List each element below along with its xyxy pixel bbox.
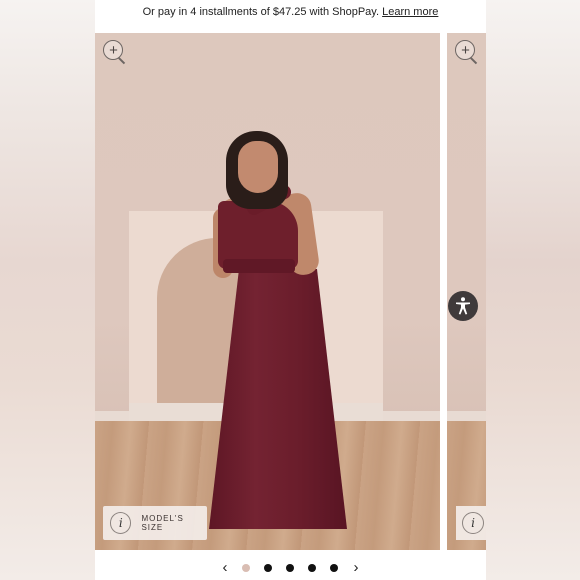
carousel-dot[interactable] (330, 564, 338, 572)
model-face (238, 141, 278, 193)
zoom-in-icon[interactable]: + (103, 40, 129, 66)
carousel-dot[interactable] (264, 564, 272, 572)
installments-banner: Or pay in 4 installments of $47.25 with … (95, 3, 486, 21)
info-icon: i (110, 512, 132, 534)
models-size-button-next[interactable]: i (456, 506, 486, 540)
zoom-plus: + (109, 42, 118, 59)
carousel-dot[interactable] (242, 564, 250, 572)
installments-text: Or pay in 4 installments of $47.25 with … (142, 6, 380, 18)
dress-waistband (223, 259, 295, 273)
carousel-controls: ‹ › (0, 559, 580, 579)
background-right (486, 0, 580, 580)
carousel-dot[interactable] (286, 564, 294, 572)
accessibility-icon (456, 297, 470, 315)
zoom-in-icon-next[interactable]: + (455, 40, 481, 66)
info-icon: i (462, 512, 484, 534)
chevron-left-icon[interactable]: ‹ (217, 559, 233, 577)
learn-more-link[interactable]: Learn more (382, 6, 438, 18)
zoom-plus: + (461, 42, 470, 59)
accessibility-button[interactable] (448, 291, 478, 321)
models-size-label: MODEL'S SIZE (141, 514, 184, 532)
carousel-dot[interactable] (308, 564, 316, 572)
product-image-main[interactable] (95, 33, 440, 550)
models-size-button[interactable]: i MODEL'S SIZE (103, 506, 207, 540)
background-left (0, 0, 95, 580)
chevron-right-icon[interactable]: › (348, 559, 364, 577)
baseboard-next (447, 411, 486, 421)
